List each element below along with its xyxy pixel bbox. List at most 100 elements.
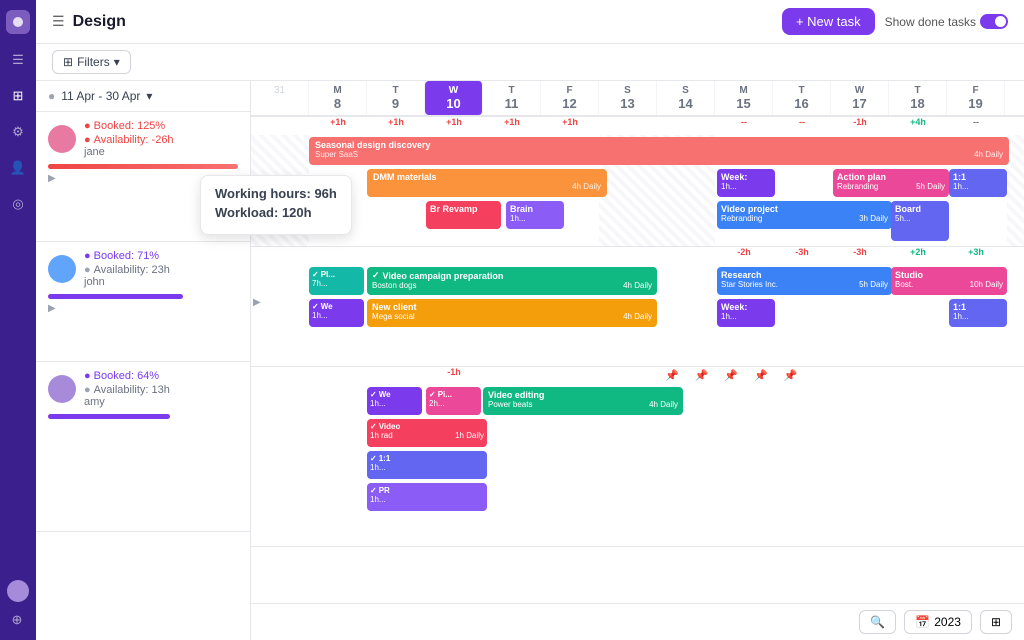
chevron-down-icon: ▾ [114,55,120,69]
task-action-plan[interactable]: Action plan Rebranding 5h Daily [833,169,949,197]
overflow-w17-jane: -1h [831,117,889,135]
task-week-john-m15[interactable]: Week: 1h... [717,299,775,327]
overflow-w10-jane: +1h [425,117,483,135]
task-board-jane[interactable]: Board 5h... [891,201,949,241]
filters-button[interactable]: ⊞ Filters ▾ [52,50,131,74]
task-pr-amy[interactable]: ✓PR 1h... [367,483,487,511]
filterbar: ⊞ Filters ▾ [36,44,1024,81]
show-done-toggle[interactable] [980,14,1008,29]
task-video-project[interactable]: Video project Rebranding 3h Daily [717,201,892,229]
pin-icon: 📌 [716,369,746,382]
task-video-amy[interactable]: ✓Video 1h rad 1h Daily [367,419,487,447]
show-done-tasks: Show done tasks [885,14,1008,29]
sidebar-icon-add-user[interactable]: ⊕ [7,610,27,630]
header-cell-w17: W17 [831,81,889,115]
topbar-left: ☰ Design [52,13,126,31]
header-cell-t16: T16 [773,81,831,115]
task-1-1-amy[interactable]: ✓1:1 1h... [367,451,487,479]
user-header-jane: ● Booked: 125% ● Availability: -26h jane [48,120,238,158]
calendar-button[interactable]: 📅 2023 [904,610,972,634]
pin-icon: 📌 [687,369,717,382]
overflow-t16-jane: -- [773,117,831,135]
avatar-amy [48,375,76,403]
task-week-1h-jane[interactable]: Week: 1h... [717,169,775,197]
user-header-john: ● Booked: 71% ● Availability: 23h john [48,250,238,288]
username-john: john [84,276,170,288]
pin-icon: 📌 [776,369,806,382]
chevron-john[interactable]: ▶ [253,297,261,308]
sidebar-icon-settings[interactable]: ⚙ [8,122,28,142]
header-cell-f12: F12 [541,81,599,115]
task-we-amy[interactable]: ✓We 1h... [367,387,422,415]
overflow-m15-jane: -- [715,117,773,135]
progress-bar-john [48,294,183,299]
hamburger-icon[interactable]: ☰ [52,13,65,30]
task-research-john[interactable]: Research Star Stories Inc. 5h Daily [717,267,892,295]
user-info-john: ● Booked: 71% ● Availability: 23h john [84,250,170,288]
avatar-jane [48,125,76,153]
calendar-area: ● 11 Apr - 30 Apr ▾ ● Booked: 125% [36,81,1024,640]
user-stats-jane: ● Booked: 125% ● Availability: -26h [84,120,174,146]
john-grid-row: -2h -3h -3h +2h +3h -5h [251,247,1024,367]
left-panel: ● 11 Apr - 30 Apr ▾ ● Booked: 125% [36,81,251,640]
grid-view-button[interactable]: ⊞ [980,610,1012,634]
task-dmm-materials[interactable]: DMM materials 4h Daily [367,169,607,197]
task-seasonal-design[interactable]: Seasonal design discovery Super SaaS 4h … [309,137,1009,165]
avail-stat-john: ● Availability: 23h [84,264,170,276]
username-jane: jane [84,146,174,158]
sidebar-icon-menu[interactable]: ☰ [8,50,28,70]
sidebar-logo[interactable] [6,10,30,34]
show-avail-john: ▶ [48,303,238,314]
task-pi-amy[interactable]: ✓Pi... 2h... [426,387,481,415]
sidebar-icon-bell[interactable]: ◎ [8,194,28,214]
header-cell-t9: T9 [367,81,425,115]
task-video-campaign[interactable]: ✓ Video campaign preparation Boston dogs… [367,267,657,295]
chevron-right-icon[interactable]: ▶ [48,303,56,314]
header-cell-m8: M8 [309,81,367,115]
avail-stat-amy: ● Availability: 13h [84,384,170,396]
task-brain[interactable]: Brain 1h... [506,201,564,229]
user-info-jane: ● Booked: 125% ● Availability: -26h jane [84,120,174,158]
overflow-row-amy: -1h -1h -1h [251,367,1024,385]
sidebar-bottom: ⊕ [7,580,29,630]
date-range[interactable]: ● 11 Apr - 30 Apr ▾ [36,81,250,112]
new-task-button[interactable]: + New task [782,8,875,35]
overflow-t9-jane: +1h [367,117,425,135]
zoom-out-button[interactable]: 🔍 [859,610,896,634]
avail-stat-jane: ● Availability: -26h [84,134,174,146]
task-pl-john[interactable]: ✓Pl... 7h... [309,267,364,295]
amy-grid-row: -1h -1h -1h [251,367,1024,547]
grid-container: 31 M8 T9 W10 T11 F12 S13 S14 M15 T16 W17… [251,81,1024,640]
header-cell-s20: S20 [1005,81,1024,115]
task-studio-john[interactable]: Studio Bost. 10h Daily [891,267,1007,295]
task-1-1-jane[interactable]: 1:1 1h... [949,169,1007,197]
overflow-m8-jane: +1h [309,117,367,135]
overflow-t18-jane: +4h [889,117,947,135]
header-cell-m15: M15 [715,81,773,115]
tooltip-working-hours: Working hours: 96h [215,186,337,201]
topbar: ☰ Design + New task Show done tasks [36,0,1024,44]
task-new-client[interactable]: New client Mega social 4h Daily [367,299,657,327]
user-info-amy: ● Booked: 64% ● Availability: 13h amy [84,370,170,408]
chevron-right-icon[interactable]: ▶ [48,173,56,184]
progress-bar-amy [48,414,170,419]
main-content: ☰ Design + New task Show done tasks ⊞ Fi… [36,0,1024,640]
sidebar-icon-person[interactable]: 👤 [8,158,28,178]
bottom-bar: 🔍 📅 2023 ⊞ [251,603,1024,640]
page-title: Design [73,13,126,31]
booked-stat-amy: ● Booked: 64% [84,370,170,382]
sidebar-icon-grid[interactable]: ⊞ [8,86,28,106]
task-1-1-john[interactable]: 1:1 1h... [949,299,1007,327]
task-video-editing[interactable]: Video editing Power beats 4h Daily [483,387,683,415]
task-we-john[interactable]: ✓We 1h... [309,299,364,327]
overflow-row-jane: +1h +1h +1h +1h +1h -- -- -1h +4h -- [251,117,1024,135]
topbar-right: + New task Show done tasks [782,8,1008,35]
booked-stat-jane: ● Booked: 125% [84,120,174,132]
grid-body: +1h +1h +1h +1h +1h -- -- -1h +4h -- [251,117,1024,603]
overflow-f19-jane: -- [947,117,1005,135]
task-brand-revamp[interactable]: Br Revamp [426,201,501,229]
overflow-row-john: -2h -3h -3h +2h +3h -5h [251,247,1024,265]
sidebar-user-avatar[interactable] [7,580,29,602]
header-cell-t18: T18 [889,81,947,115]
pin-icon: 📌 [657,369,687,382]
